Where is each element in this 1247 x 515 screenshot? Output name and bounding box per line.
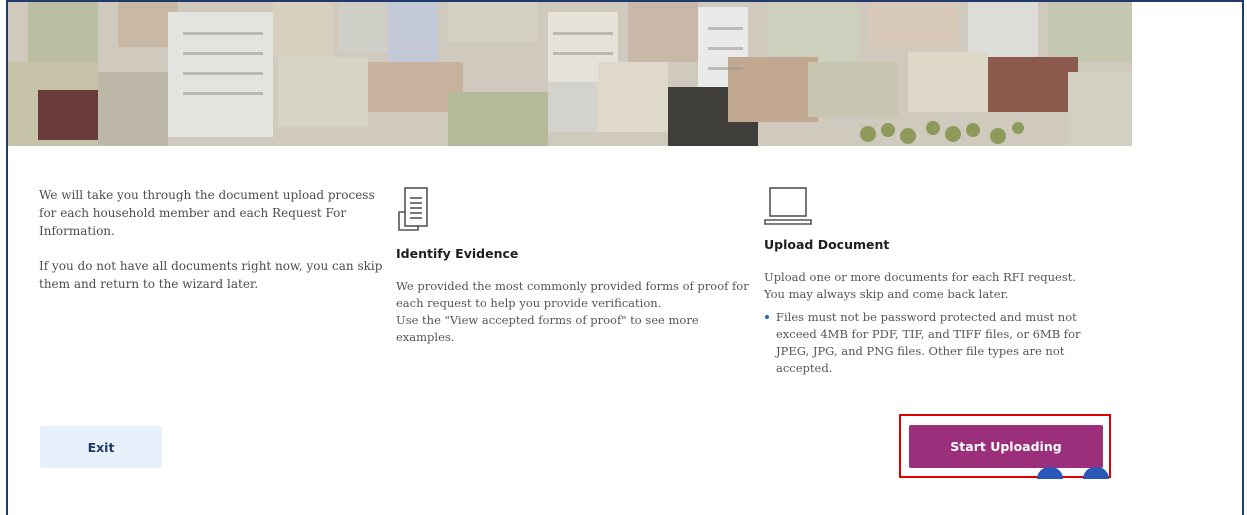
upload-document-text: Upload one or more documents for each RF… — [764, 269, 1099, 377]
laptop-icon — [764, 186, 812, 228]
upload-requirements-list: Files must not be password protected and… — [764, 309, 1099, 377]
upload-document-heading: Upload Document — [764, 237, 890, 252]
identify-evidence-heading: Identify Evidence — [396, 246, 519, 261]
identify-evidence-text: We provided the most commonly provided f… — [396, 278, 751, 346]
city-banner-image — [8, 2, 1132, 146]
intro-line-1: We will take you through the document up… — [39, 188, 375, 238]
document-icon — [396, 186, 430, 234]
upload-document-description: Upload one or more documents for each RF… — [764, 270, 1076, 301]
intro-text: We will take you through the document up… — [39, 186, 389, 310]
upload-requirement-item: Files must not be password protected and… — [765, 309, 1099, 377]
intro-line-2: If you do not have all documents right n… — [39, 259, 383, 291]
identify-evidence-line-2: Use the "View accepted forms of proof" t… — [396, 313, 699, 344]
start-uploading-button[interactable]: Start Uploading — [909, 425, 1103, 468]
identify-evidence-line-1: We provided the most commonly provided f… — [396, 279, 749, 310]
exit-button[interactable]: Exit — [40, 426, 162, 468]
